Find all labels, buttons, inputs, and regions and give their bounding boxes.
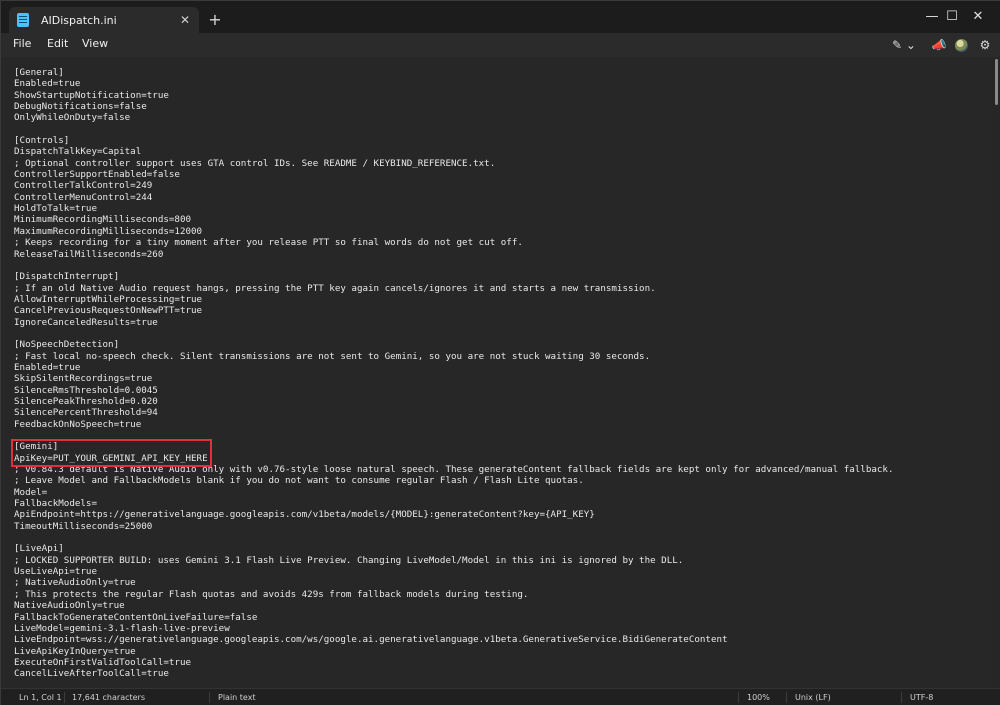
editor-line[interactable]: LiveApiKeyInQuery=true [14, 646, 992, 657]
menu-view[interactable]: View [82, 37, 108, 50]
editor-line[interactable]: [Gemini] [14, 441, 992, 452]
menu-edit[interactable]: Edit [47, 37, 68, 50]
editor-line[interactable]: ; Leave Model and FallbackModels blank i… [14, 475, 992, 486]
editor-line[interactable]: ControllerSupportEnabled=false [14, 169, 992, 180]
file-type: Plain text [218, 693, 256, 702]
editor-line[interactable]: Enabled=true [14, 362, 992, 373]
editor-line[interactable]: ; This protects the regular Flash quotas… [14, 589, 992, 600]
editor-line[interactable]: LiveModel=gemini-3.1-flash-live-preview [14, 623, 992, 634]
copilot-rewrite-icon[interactable]: ✎ ⌄ [891, 36, 917, 54]
editor-line[interactable]: SilencePeakThreshold=0.020 [14, 396, 992, 407]
avatar-icon [954, 38, 968, 52]
status-divider [209, 692, 210, 703]
editor-line[interactable]: [NoSpeechDetection] [14, 339, 992, 350]
status-divider [901, 692, 902, 703]
editor-line[interactable]: [Controls] [14, 135, 992, 146]
editor-line[interactable]: UseLiveApi=true [14, 566, 992, 577]
editor-line[interactable]: ApiKey=PUT_YOUR_GEMINI_API_KEY_HERE [14, 453, 992, 464]
status-divider [738, 692, 739, 703]
character-count: 17,641 characters [72, 693, 146, 702]
tab-title: AIDispatch.ini [41, 13, 117, 27]
line-ending[interactable]: Unix (LF) [795, 693, 831, 702]
editor-line[interactable]: ; If an old Native Audio request hangs, … [14, 283, 992, 294]
scrollbar-thumb[interactable] [995, 59, 998, 105]
editor-line[interactable]: FallbackToGenerateContentOnLiveFailure=f… [14, 612, 992, 623]
editor-line[interactable]: SilencePercentThreshold=94 [14, 407, 992, 418]
document-tab[interactable]: AIDispatch.ini ✕ [9, 7, 199, 33]
title-bar[interactable]: AIDispatch.ini ✕ + — ☐ ✕ [1, 1, 1000, 33]
editor-line[interactable]: [General] [14, 67, 992, 78]
editor-line[interactable]: TimeoutMilliseconds=25000 [14, 521, 992, 532]
settings-gear-icon[interactable]: ⚙ [977, 36, 993, 54]
close-window-button[interactable]: ✕ [955, 1, 1000, 31]
editor-line[interactable]: DispatchTalkKey=Capital [14, 146, 992, 157]
editor-line[interactable]: Model= [14, 487, 992, 498]
menu-bar: File Edit View ✎ ⌄ 📣 ⚙ [1, 33, 1000, 57]
editor-line[interactable]: AllowInterruptWhileProcessing=true [14, 294, 992, 305]
editor-line[interactable]: ExecuteOnFirstValidToolCall=true [14, 657, 992, 668]
editor-line[interactable] [14, 532, 992, 543]
account-avatar[interactable] [954, 36, 968, 54]
editor-line[interactable]: MinimumRecordingMilliseconds=800 [14, 214, 992, 225]
editor-line[interactable]: ; NativeAudioOnly=true [14, 577, 992, 588]
text-encoding[interactable]: UTF-8 [910, 693, 933, 702]
editor-line[interactable] [14, 124, 992, 135]
editor-line[interactable]: ReleaseTailMilliseconds=260 [14, 249, 992, 260]
editor-line[interactable] [14, 328, 992, 339]
editor-text-content[interactable]: [General] Enabled=true ShowStartupNotifica… [14, 67, 992, 680]
feedback-megaphone-icon[interactable]: 📣 [930, 36, 948, 54]
editor-line[interactable]: ; Keeps recording for a tiny moment afte… [14, 237, 992, 248]
editor-line[interactable] [14, 260, 992, 271]
editor-line[interactable]: HoldToTalk=true [14, 203, 992, 214]
vertical-scrollbar[interactable] [992, 57, 1000, 688]
editor-line[interactable] [14, 430, 992, 441]
editor-line[interactable]: ; Optional controller support uses GTA c… [14, 158, 992, 169]
editor-line[interactable]: [LiveApi] [14, 543, 992, 554]
editor-line[interactable]: FeedbackOnNoSpeech=true [14, 419, 992, 430]
editor-line[interactable]: ControllerTalkControl=249 [14, 180, 992, 191]
zoom-level[interactable]: 100% [747, 693, 770, 702]
status-divider [786, 692, 787, 703]
editor-line[interactable]: [DispatchInterrupt] [14, 271, 992, 282]
new-tab-button[interactable]: + [205, 9, 225, 29]
editor-line[interactable]: ; Fast local no-speech check. Silent tra… [14, 351, 992, 362]
editor-line[interactable]: MaximumRecordingMilliseconds=12000 [14, 226, 992, 237]
editor-line[interactable]: LiveEndpoint=wss://generativelanguage.go… [14, 634, 992, 645]
status-divider [64, 692, 65, 703]
editor-line[interactable]: ShowStartupNotification=true [14, 90, 992, 101]
editor-line[interactable]: CancelPreviousRequestOnNewPTT=true [14, 305, 992, 316]
editor-line[interactable]: FallbackModels= [14, 498, 992, 509]
editor-line[interactable]: SkipSilentRecordings=true [14, 373, 992, 384]
notepad-window: AIDispatch.ini ✕ + — ☐ ✕ File Edit View … [0, 0, 1000, 705]
editor-line[interactable]: Enabled=true [14, 78, 992, 89]
editor-line[interactable]: DebugNotifications=false [14, 101, 992, 112]
editor-line[interactable]: ControllerMenuControl=244 [14, 192, 992, 203]
text-editor[interactable]: [General] Enabled=true ShowStartupNotifica… [1, 57, 992, 688]
editor-line[interactable]: CancelLiveAfterToolCall=true [14, 668, 992, 679]
editor-line[interactable]: SilenceRmsThreshold=0.0045 [14, 385, 992, 396]
cursor-position[interactable]: Ln 1, Col 1 [19, 693, 62, 702]
status-bar: Ln 1, Col 1 17,641 characters Plain text… [1, 688, 1000, 705]
notepad-app-icon [17, 13, 29, 27]
editor-line[interactable]: IgnoreCanceledResults=true [14, 317, 992, 328]
editor-line[interactable]: ; v0.84.3 default is Native Audio only w… [14, 464, 992, 475]
menu-file[interactable]: File [13, 37, 31, 50]
editor-line[interactable]: ; LOCKED SUPPORTER BUILD: uses Gemini 3.… [14, 555, 992, 566]
close-tab-icon[interactable]: ✕ [175, 10, 195, 30]
editor-line[interactable]: ApiEndpoint=https://generativelanguage.g… [14, 509, 992, 520]
editor-line[interactable]: NativeAudioOnly=true [14, 600, 992, 611]
editor-line[interactable]: OnlyWhileOnDuty=false [14, 112, 992, 123]
